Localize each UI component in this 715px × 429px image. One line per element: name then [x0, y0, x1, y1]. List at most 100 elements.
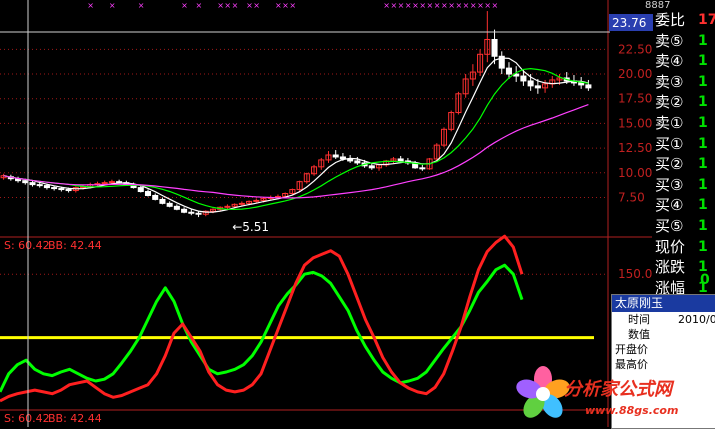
top-marker: × [492, 1, 499, 10]
popup-row-value: 2010/05 [678, 313, 715, 326]
top-marker: × [398, 1, 405, 10]
candle-body [527, 80, 534, 87]
popup-row-label: 开盘价 [615, 343, 648, 356]
indicator-tick-label: 150.0 [618, 267, 652, 281]
popup-row-label: 数值 [628, 328, 650, 341]
candle-body [108, 181, 115, 184]
indicator-bottom-legend: S: 60.42 [4, 412, 50, 425]
top-marker: × [477, 1, 484, 10]
sidebar-row: 卖③ 1 [652, 72, 715, 92]
sidebar-row: 卖⑤ 1 [652, 31, 715, 51]
candle-body [520, 75, 527, 82]
popup-row: 时间 2010/05 [612, 312, 715, 327]
sidebar-row-label: 买④ [655, 196, 684, 215]
sidebar-row-label: 买③ [655, 175, 684, 194]
sidebar-row-label: 买① [655, 134, 684, 153]
top-marker: × [427, 1, 434, 10]
top-marker: × [181, 1, 188, 10]
top-marker: × [275, 1, 282, 10]
sidebar-row-label: 买⑤ [655, 217, 684, 235]
top-marker: × [383, 1, 390, 10]
candle-body [238, 202, 245, 205]
candle-body [51, 187, 58, 190]
candle-body [578, 82, 585, 86]
popup-row: 数值 [612, 327, 715, 342]
sidebar-row-value: 1 [698, 218, 708, 234]
sidebar-row-value: 1 [698, 32, 708, 49]
candle-body [43, 185, 50, 189]
top-marker: × [224, 1, 231, 10]
top-marker: × [390, 1, 397, 10]
sidebar-row: 买① 1 [652, 134, 715, 154]
sidebar-row-value: 1 [698, 53, 708, 70]
sidebar-row: 卖④ 1 [652, 51, 715, 71]
sidebar-row-label: 卖① [655, 114, 684, 132]
sidebar-row-label: 买② [655, 155, 684, 174]
top-marker: × [253, 1, 260, 10]
top-marker: × [419, 1, 426, 10]
candle-body [29, 182, 36, 186]
top-marker: × [412, 1, 419, 10]
sidebar-row-value: 1 [698, 73, 708, 90]
candle-body [397, 158, 404, 162]
sidebar-row-value: 1 [698, 156, 708, 173]
candle-body [585, 84, 592, 89]
popup-title: 太原刚玉 [612, 295, 715, 312]
sidebar-row-label: 卖④ [655, 52, 684, 71]
candle-body [354, 160, 361, 164]
top-marker: × [470, 1, 477, 10]
candle-body [419, 167, 426, 170]
price-tick-label: 10.00 [618, 166, 652, 180]
candle-body [253, 199, 260, 202]
candle-body [144, 191, 152, 196]
price-tick-label: 22.50 [618, 42, 652, 56]
price-tick-label: 15.00 [618, 116, 652, 130]
price-tick-label: 20.00 [618, 67, 652, 81]
top-marker: × [484, 1, 491, 10]
sidebar-row: 委比 17 [652, 10, 715, 30]
top-marker: × [138, 1, 145, 10]
top-marker: × [448, 1, 455, 10]
top-marker: × [455, 1, 462, 10]
candle-body [137, 187, 144, 193]
candle-body [58, 188, 65, 191]
candle-body [505, 67, 513, 75]
watermark-text: 分析家公式网 [564, 379, 672, 400]
sidebar-extra-value: 0 [700, 272, 710, 288]
sidebar-row-label: 委比 [655, 11, 686, 29]
quote-sidebar: 委比 17 卖⑤ 1 卖④ 1 卖③ 1 卖② 1 卖① 1 买① 1 买② 1 买③ 1 买④ 1 买⑤ 1 现价 1 涨跌 1… [652, 10, 715, 317]
sidebar-row: 买② 1 [652, 154, 715, 174]
candle-body [159, 198, 166, 204]
indicator-legend: S: 60.42 [4, 239, 50, 252]
candle-body [332, 154, 339, 158]
sidebar-row: 现价 1 [652, 237, 715, 257]
candle-body [101, 182, 108, 185]
sidebar-row: 卖① 1 [652, 113, 715, 133]
candle-body [173, 205, 180, 210]
sidebar-row-value: 1 [698, 135, 708, 152]
top-marker: × [232, 1, 239, 10]
top-marker: × [217, 1, 224, 10]
top-marker: × [246, 1, 253, 10]
crosshair-value: 23.76 [612, 16, 646, 30]
candle-body [65, 189, 72, 192]
stock-chart[interactable]: × × × × × × × × × × × × × × × × × × × × × × × × × × × × × 22.5020.00… [0, 0, 715, 427]
candle-body [195, 212, 202, 215]
watermark-url: www.88gs.com [585, 404, 679, 417]
candle-body [368, 165, 375, 169]
sidebar-row-value: 1 [698, 176, 708, 193]
candle-body [152, 194, 159, 200]
sidebar-row: 买⑤ 1 [652, 216, 715, 236]
candle-body [188, 211, 195, 214]
sidebar-row-value: 17 [698, 12, 715, 28]
top-marker: × [434, 1, 441, 10]
sidebar-row-label: 卖② [655, 93, 684, 112]
sidebar-row-label: 现价 [655, 237, 686, 256]
popup-row-label: 时间 [628, 313, 650, 326]
popup-rows: 时间2010/05数值开盘价最高价 [612, 312, 715, 372]
top-marker: × [289, 1, 296, 10]
candle-body [491, 38, 498, 57]
top-marker: × [87, 1, 94, 10]
sidebar-row-value: 1 [698, 115, 708, 131]
sidebar-row-value: 1 [698, 197, 708, 214]
